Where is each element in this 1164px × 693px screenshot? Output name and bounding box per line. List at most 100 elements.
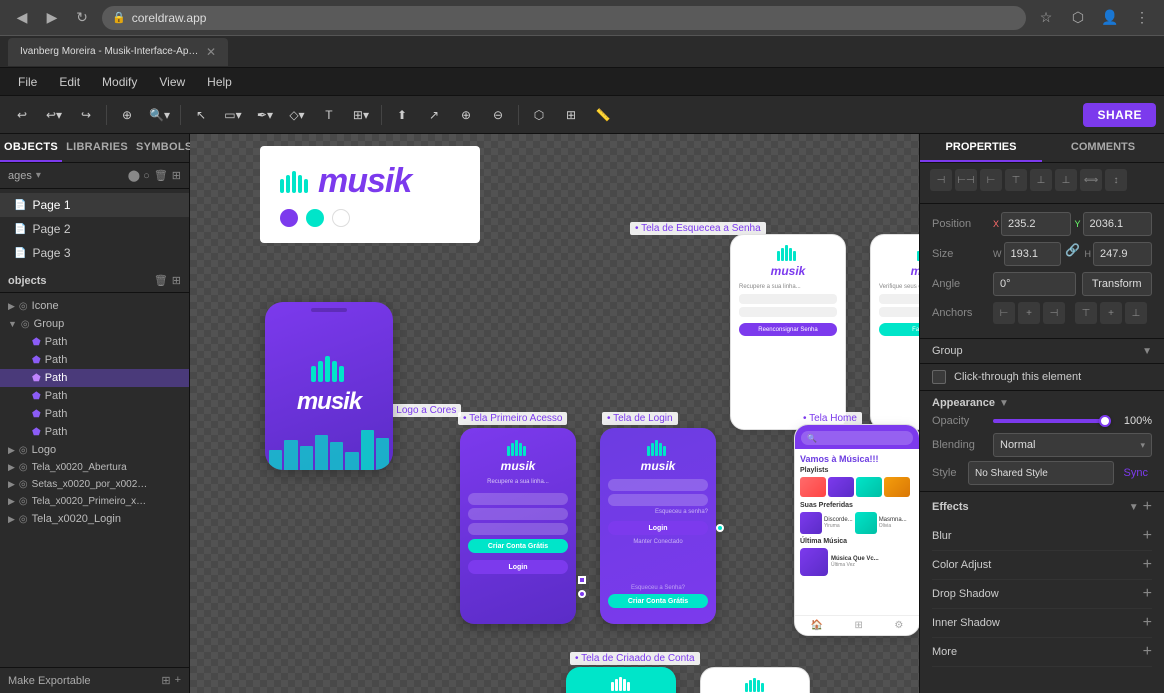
tab-comments[interactable]: COMMENTS <box>1042 134 1164 162</box>
tab-libraries[interactable]: LIBRARIES <box>62 134 132 162</box>
opacity-slider[interactable] <box>993 419 1111 423</box>
delete-page-icon[interactable]: 🗑 <box>154 169 168 182</box>
align-right-btn[interactable]: ⊢ <box>980 169 1002 191</box>
tree-item-path-5[interactable]: ⬟ Path <box>0 405 189 423</box>
sync-button[interactable]: Sync <box>1120 465 1152 481</box>
lp-login-btn[interactable]: Login <box>608 521 708 535</box>
tab-close-icon[interactable]: ✕ <box>206 45 216 59</box>
angle-input[interactable]: 0° <box>993 272 1076 296</box>
align-left-btn[interactable]: ⊣ <box>930 169 952 191</box>
add-inner-shadow-button[interactable]: + <box>1143 614 1152 632</box>
options-icon[interactable]: ⊞ <box>172 274 181 287</box>
import-button[interactable]: ⬆ <box>388 101 416 129</box>
tab-properties[interactable]: PROPERTIES <box>920 134 1042 162</box>
position-y-input[interactable]: 2036.1 <box>1083 212 1152 236</box>
ruler-button[interactable]: 📏 <box>589 101 617 129</box>
align-center-h-btn[interactable]: ⊢⊣ <box>955 169 977 191</box>
tree-item-icone[interactable]: ▶ ◎ Icone <box>0 297 189 315</box>
frame-button[interactable]: ⬡ <box>525 101 553 129</box>
undo-button[interactable]: ↩ <box>8 101 36 129</box>
tree-item-tela-abertura[interactable]: ▶ ◎ Tela_x0020_Abertura <box>0 459 189 476</box>
tree-item-path-3[interactable]: ⬟ Path <box>0 369 189 387</box>
align-tool[interactable]: ⊞▾ <box>347 101 375 129</box>
grid-button[interactable]: ⊞ <box>557 101 585 129</box>
forward-button[interactable]: ▶ <box>40 6 64 30</box>
page-item-1[interactable]: 📄 Page 1 <box>0 193 189 217</box>
fp-reset-btn[interactable]: Reenconsignar Senha <box>739 323 837 336</box>
bookmark-icon[interactable]: ☆ <box>1034 6 1058 30</box>
home-nav-settings-icon[interactable]: ⚙ <box>894 620 903 631</box>
align-top-btn[interactable]: ⊤ <box>1005 169 1027 191</box>
group-collapse-icon[interactable]: ▼ <box>1142 346 1152 357</box>
fa-login-btn[interactable]: Login <box>468 560 568 574</box>
align-bottom-btn[interactable]: ⊥ <box>1055 169 1077 191</box>
tree-item-path-2[interactable]: ⬟ Path <box>0 351 189 369</box>
address-bar[interactable]: 🔒 coreldraw.app <box>102 6 1026 30</box>
position-x-input[interactable]: 235.2 <box>1001 212 1070 236</box>
anchor-center-btn[interactable]: + <box>1018 302 1040 324</box>
home-nav-home-icon[interactable]: 🏠 <box>811 620 823 631</box>
active-tab[interactable]: Ivanberg Moreira - Musik-Interface-App.c… <box>8 38 228 66</box>
pen-tool[interactable]: ✒▾ <box>251 101 279 129</box>
fa-create-btn[interactable]: Criar Conta Grátis <box>468 539 568 553</box>
add-drop-shadow-button[interactable]: + <box>1143 585 1152 603</box>
menu-dots-icon[interactable]: ⋮ <box>1130 6 1154 30</box>
add-export-icon[interactable]: + <box>175 674 181 687</box>
menu-view[interactable]: View <box>149 72 195 92</box>
lp-create-btn[interactable]: Criar Conta Grátis <box>608 594 708 608</box>
extension-icon[interactable]: ⬡ <box>1066 6 1090 30</box>
anchor-left-btn[interactable]: ⊢ <box>993 302 1015 324</box>
zoom-controls[interactable]: 🔍▾ <box>145 101 174 129</box>
tree-item-logo[interactable]: ▶ ◎ Logo <box>0 441 189 459</box>
shapes-tool[interactable]: ▭▾ <box>219 101 247 129</box>
size-w-input[interactable]: 193.1 <box>1004 242 1061 266</box>
page-item-3[interactable]: 📄 Page 3 <box>0 241 189 265</box>
tree-item-path-4[interactable]: ⬟ Path <box>0 387 189 405</box>
back-button[interactable]: ◀ <box>10 6 34 30</box>
add-page-icon[interactable]: ⊞ <box>172 169 181 182</box>
add-color-adjust-button[interactable]: + <box>1143 556 1152 574</box>
pointer-tool[interactable]: ↖ <box>187 101 215 129</box>
tab-objects[interactable]: OBJECTS <box>0 134 62 162</box>
effects-chevron-icon[interactable]: ▼ <box>1129 502 1139 513</box>
toggle-icon[interactable]: ⬤ ○ <box>128 169 150 182</box>
transform-button[interactable]: Transform <box>1082 272 1153 296</box>
boolean-subtract[interactable]: ⊖ <box>484 101 512 129</box>
canvas-area[interactable]: musik • Logo a Cores musik <box>190 134 919 693</box>
menu-modify[interactable]: Modify <box>92 72 147 92</box>
size-h-input[interactable]: 247.9 <box>1093 242 1152 266</box>
add-blur-button[interactable]: + <box>1143 527 1152 545</box>
dist-h-btn[interactable]: ⟺ <box>1080 169 1102 191</box>
text-tool[interactable]: T <box>315 101 343 129</box>
style-select[interactable]: No Shared Style <box>968 461 1114 485</box>
page-item-2[interactable]: 📄 Page 2 <box>0 217 189 241</box>
tree-item-path-1[interactable]: ⬟ Path <box>0 333 189 351</box>
add-effect-button[interactable]: + <box>1143 498 1152 516</box>
menu-help[interactable]: Help <box>197 72 242 92</box>
node-tool[interactable]: ◇▾ <box>283 101 311 129</box>
dist-v-btn[interactable]: ↕ <box>1105 169 1127 191</box>
tab-symbols[interactable]: SYMBOLS <box>132 134 197 162</box>
align-center-v-btn[interactable]: ⊥ <box>1030 169 1052 191</box>
appearance-chevron-icon[interactable]: ▼ <box>999 398 1009 409</box>
share-button[interactable]: SHARE <box>1083 103 1156 127</box>
menu-edit[interactable]: Edit <box>49 72 90 92</box>
profile-icon[interactable]: 👤 <box>1098 6 1122 30</box>
click-through-checkbox[interactable] <box>932 370 946 384</box>
vp-fazer-login-btn[interactable]: Fazer Login <box>879 323 919 336</box>
redo-button[interactable]: ↪ <box>72 101 100 129</box>
opacity-thumb[interactable] <box>1099 415 1111 427</box>
reload-button[interactable]: ↻ <box>70 6 94 30</box>
menu-file[interactable]: File <box>8 72 47 92</box>
anchor-bot-btn[interactable]: ⊥ <box>1125 302 1147 324</box>
add-more-button[interactable]: + <box>1143 643 1152 661</box>
tree-item-setas[interactable]: ▶ ◎ Setas_x0020_por_x0020_Ci... <box>0 476 189 493</box>
tree-item-tela-login[interactable]: ▶ ◎ Tela_x0020_Login <box>0 510 189 528</box>
tree-item-path-6[interactable]: ⬟ Path <box>0 423 189 441</box>
anchor-top-btn[interactable]: ⊤ <box>1075 302 1097 324</box>
make-exportable-button[interactable]: Make Exportable <box>8 675 91 687</box>
undo-list-button[interactable]: ↩▾ <box>40 101 68 129</box>
zoom-in-button[interactable]: ⊕ <box>113 101 141 129</box>
boolean-union[interactable]: ⊕ <box>452 101 480 129</box>
size-lock-icon[interactable]: 🔗 <box>1065 242 1081 258</box>
